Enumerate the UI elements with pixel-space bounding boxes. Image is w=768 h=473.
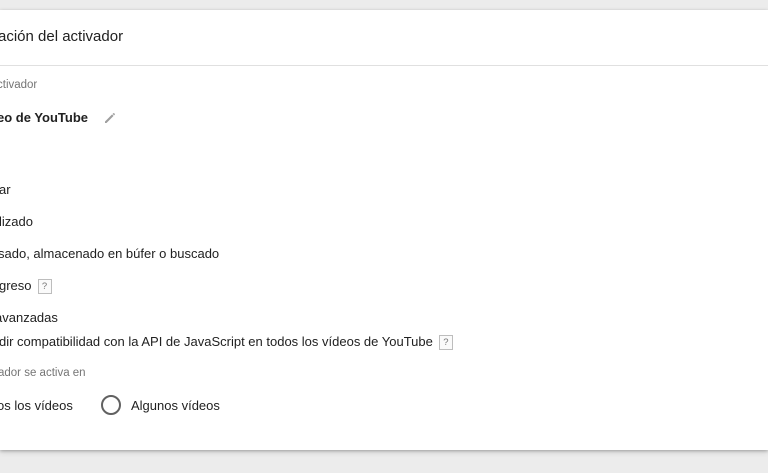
- capture-option-pause-seek[interactable]: sado, almacenado en búfer o buscado: [0, 246, 219, 261]
- capture-option-start[interactable]: ar: [0, 182, 11, 197]
- trigger-type-name: eo de YouTube: [0, 110, 89, 125]
- panel-title: ración del activador: [0, 28, 124, 45]
- help-icon[interactable]: ?: [438, 335, 453, 350]
- radio-label: os los vídeos: [0, 398, 73, 413]
- trigger-config-panel: ración del activador ctivador eo de YouT…: [0, 10, 768, 450]
- capture-option-label: sado, almacenado en búfer o buscado: [0, 246, 220, 261]
- api-support-label: dir compatibilidad con la API de JavaScr…: [0, 334, 433, 349]
- fires-on-label: ador se activa en: [0, 367, 86, 379]
- capture-option-progress[interactable]: greso?: [0, 278, 52, 294]
- radio-some-videos-label[interactable]: Algunos vídeos: [131, 398, 220, 413]
- advanced-options-heading[interactable]: avanzadas: [0, 310, 58, 325]
- trigger-type-label: ctivador: [0, 79, 38, 91]
- pencil-icon[interactable]: [102, 110, 118, 126]
- capture-option-label: lizado: [0, 214, 33, 229]
- panel-header: ración del activador: [0, 10, 768, 66]
- api-support-option[interactable]: dir compatibilidad con la API de JavaScr…: [0, 334, 453, 350]
- help-icon[interactable]: ?: [37, 279, 52, 294]
- radio-all-videos[interactable]: os los vídeos: [0, 398, 73, 413]
- capture-option-label: ar: [0, 182, 11, 197]
- capture-option-complete[interactable]: lizado: [0, 214, 33, 229]
- capture-option-label: greso: [0, 278, 32, 293]
- radio-some-videos-circle[interactable]: [101, 395, 121, 415]
